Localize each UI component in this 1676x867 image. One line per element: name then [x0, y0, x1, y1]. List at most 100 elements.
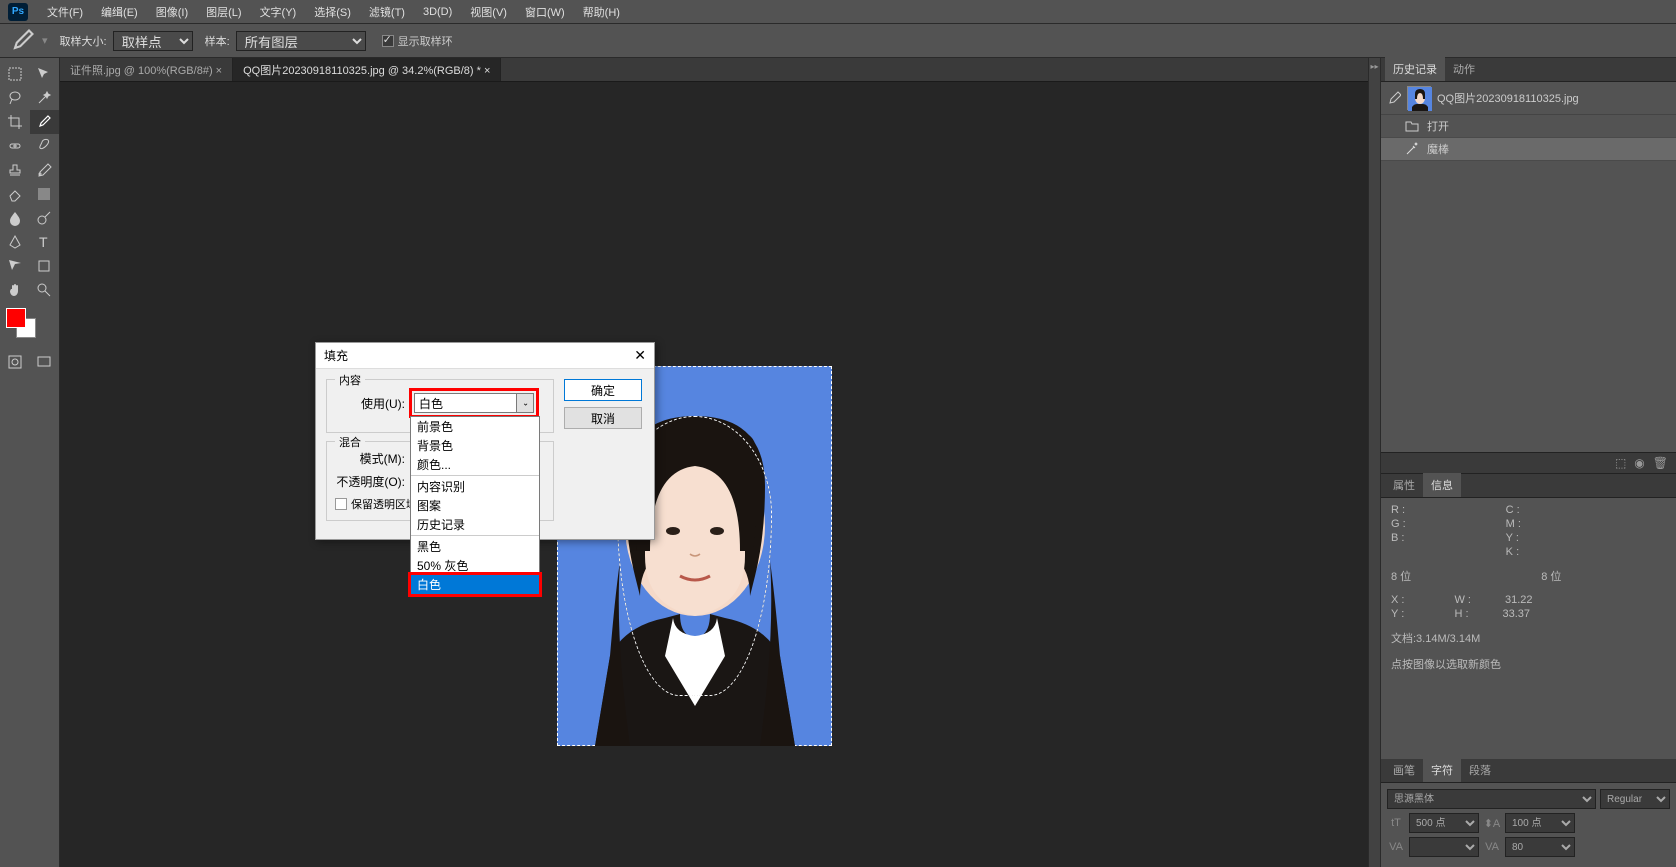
color-swatches[interactable]	[6, 308, 59, 344]
sample-size-label: 取样大小:	[60, 33, 107, 49]
pen-tool[interactable]	[0, 230, 30, 254]
screen-mode-tool[interactable]	[30, 350, 60, 374]
quick-mask-tool[interactable]	[0, 350, 30, 374]
dd-black[interactable]: 黑色	[411, 537, 539, 556]
menu-3d[interactable]: 3D(D)	[414, 3, 461, 21]
history-item-wand[interactable]: 魔棒	[1381, 138, 1676, 161]
history-doc-name: QQ图片20230918110325.jpg	[1437, 90, 1579, 106]
dd-pattern[interactable]: 图案	[411, 496, 539, 515]
menu-file[interactable]: 文件(F)	[38, 1, 92, 23]
menu-image[interactable]: 图像(I)	[147, 1, 197, 23]
tab-actions[interactable]: 动作	[1445, 57, 1483, 81]
dd-separator-2	[411, 535, 539, 536]
info-w-val: 31.22	[1505, 594, 1533, 606]
info-bit2: 8 位	[1541, 568, 1561, 584]
hand-tool[interactable]	[0, 278, 30, 302]
leading-select[interactable]: 100 点	[1505, 813, 1575, 833]
tracking-icon: VA	[1483, 841, 1501, 853]
leading-icon: ⬍A	[1483, 817, 1501, 830]
menu-help[interactable]: 帮助(H)	[574, 1, 629, 23]
zoom-tool[interactable]	[30, 278, 60, 302]
dialog-title-text: 填充	[324, 347, 348, 364]
use-dropdown-list: 前景色 背景色 颜色... 内容识别 图案 历史记录 黑色 50% 灰色 白色	[410, 416, 540, 595]
sample-size-select[interactable]: 取样点	[113, 31, 193, 51]
opacity-label: 不透明度(O):	[335, 473, 405, 490]
info-y: Y :	[1391, 608, 1404, 620]
dd-foreground[interactable]: 前景色	[411, 417, 539, 436]
path-tool[interactable]	[0, 254, 30, 278]
dd-white[interactable]: 白色	[411, 575, 539, 594]
dd-background[interactable]: 背景色	[411, 436, 539, 455]
history-brush-tool[interactable]	[30, 158, 60, 182]
healing-tool[interactable]	[0, 134, 30, 158]
use-highlight: 白色 ⌄	[409, 388, 539, 418]
show-ring-label: 显示取样环	[398, 33, 453, 49]
info-ycmyk: Y :	[1506, 532, 1521, 544]
tab-info[interactable]: 信息	[1423, 473, 1461, 497]
dialog-titlebar[interactable]: 填充 ✕	[316, 343, 654, 369]
info-h-val: 33.37	[1503, 608, 1531, 620]
tab-character[interactable]: 字符	[1423, 758, 1461, 782]
eyedropper-tool[interactable]	[30, 110, 60, 134]
marquee-tool[interactable]	[0, 62, 30, 86]
document-tabs: 证件照.jpg @ 100%(RGB/8#) × QQ图片20230918110…	[60, 58, 1368, 82]
dd-separator-1	[411, 475, 539, 476]
menu-view[interactable]: 视图(V)	[461, 1, 516, 23]
font-style-select[interactable]: Regular	[1600, 789, 1670, 809]
crop-tool[interactable]	[0, 110, 30, 134]
info-x: X :	[1391, 594, 1404, 606]
sample-select[interactable]: 所有图层	[236, 31, 366, 51]
menu-edit[interactable]: 编缉(E)	[92, 1, 147, 23]
preserve-trans-checkbox[interactable]	[335, 498, 347, 510]
dd-content-aware[interactable]: 内容识别	[411, 477, 539, 496]
history-snapshot[interactable]: QQ图片20230918110325.jpg	[1381, 82, 1676, 115]
show-ring-checkbox[interactable]	[382, 35, 394, 47]
dialog-close-button[interactable]: ✕	[634, 347, 646, 364]
tab-paragraph[interactable]: 段落	[1461, 758, 1499, 782]
history-item-open[interactable]: 打开	[1381, 115, 1676, 138]
history-thumbnail	[1407, 86, 1431, 110]
cancel-button[interactable]: 取消	[564, 407, 642, 429]
menu-filter[interactable]: 滤镜(T)	[360, 1, 414, 23]
foreground-color[interactable]	[6, 308, 26, 328]
shape-tool[interactable]	[30, 254, 60, 278]
lasso-tool[interactable]	[0, 86, 30, 110]
blur-tool[interactable]	[0, 206, 30, 230]
wand-tool[interactable]	[30, 86, 60, 110]
menu-window[interactable]: 窗口(W)	[516, 1, 574, 23]
menu-layer[interactable]: 图层(L)	[197, 1, 250, 23]
eraser-tool[interactable]	[0, 182, 30, 206]
move-tool[interactable]	[30, 62, 60, 86]
trash-icon[interactable]: 🗑	[1653, 456, 1668, 470]
type-tool[interactable]: T	[30, 230, 60, 254]
dd-color[interactable]: 颜色...	[411, 455, 539, 474]
use-label: 使用(U):	[335, 395, 405, 412]
doc-tab-1[interactable]: 证件照.jpg @ 100%(RGB/8#) ×	[60, 58, 233, 81]
font-size-select[interactable]: 500 点	[1409, 813, 1479, 833]
mode-label: 模式(M):	[335, 450, 405, 467]
folder-icon	[1405, 119, 1419, 133]
doc-tab-2[interactable]: QQ图片20230918110325.jpg @ 34.2%(RGB/8) * …	[233, 58, 501, 81]
camera-icon[interactable]: ◉	[1634, 456, 1644, 470]
use-dropdown[interactable]: 白色 ⌄	[414, 393, 534, 413]
dodge-tool[interactable]	[30, 206, 60, 230]
menu-select[interactable]: 选择(S)	[305, 1, 360, 23]
tab-brush[interactable]: 画笔	[1385, 758, 1423, 782]
snapshot-icon[interactable]: ⬚	[1615, 456, 1626, 470]
panel-collapse-bar[interactable]: ▸▸	[1368, 58, 1380, 867]
tab-properties[interactable]: 属性	[1385, 473, 1423, 497]
info-h: H :	[1454, 608, 1468, 620]
stamp-tool[interactable]	[0, 158, 30, 182]
kerning-select[interactable]	[1409, 837, 1479, 857]
tab-history[interactable]: 历史记录	[1385, 57, 1445, 81]
dd-history[interactable]: 历史记录	[411, 515, 539, 534]
ok-button[interactable]: 确定	[564, 379, 642, 401]
info-docsize: 文档:3.14M/3.14M	[1391, 630, 1666, 646]
info-m: M :	[1506, 518, 1521, 530]
canvas-area: 证件照.jpg @ 100%(RGB/8#) × QQ图片20230918110…	[60, 58, 1368, 867]
menu-type[interactable]: 文字(Y)	[251, 1, 306, 23]
brush-tool[interactable]	[30, 134, 60, 158]
gradient-tool[interactable]	[30, 182, 60, 206]
tracking-select[interactable]: 80	[1505, 837, 1575, 857]
font-family-select[interactable]: 思源黑体	[1387, 789, 1596, 809]
